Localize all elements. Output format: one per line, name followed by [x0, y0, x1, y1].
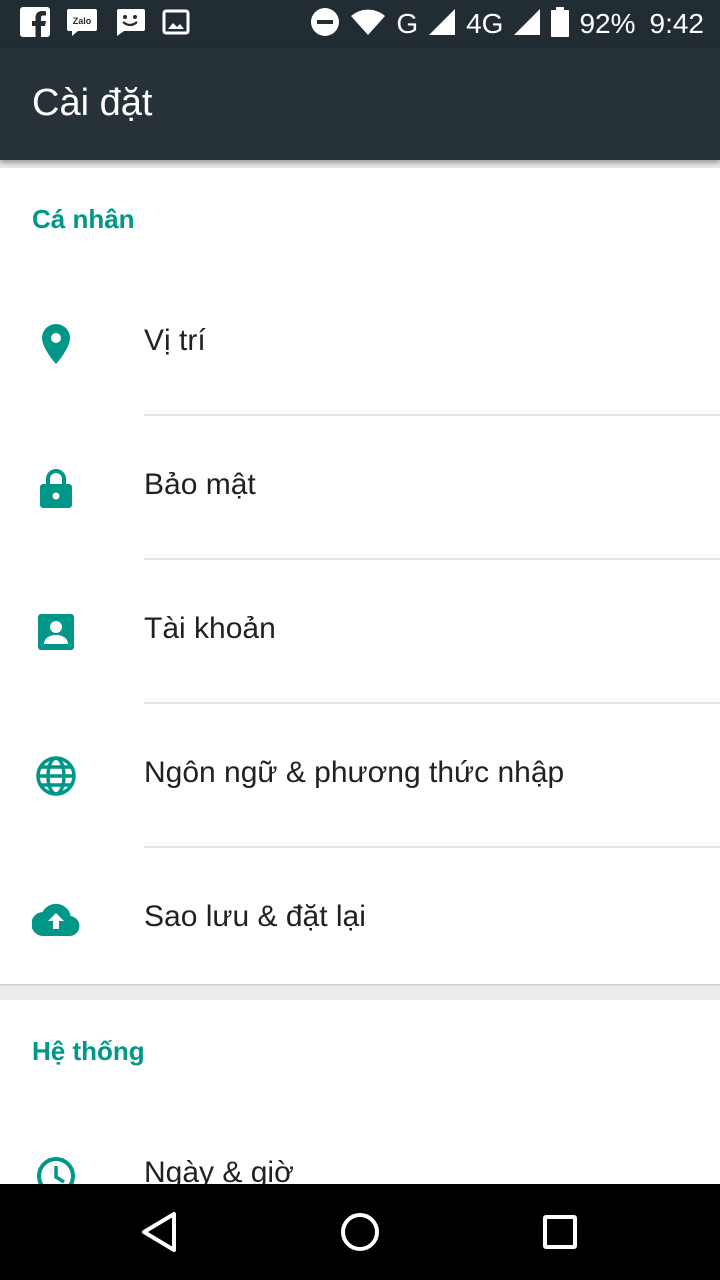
battery-icon: [551, 6, 570, 42]
setting-item-label: Bảo mật: [144, 468, 256, 501]
section-personal: Cá nhân Vị trí Bảo mật Tài khoản Ngôn ng…: [0, 168, 720, 984]
battery-percent: 92%: [579, 8, 636, 39]
facebook-icon: [20, 6, 50, 42]
wifi-icon: [350, 8, 386, 41]
setting-item-language-input[interactable]: Ngôn ngữ & phương thức nhập: [0, 704, 720, 848]
home-icon[interactable]: [336, 1208, 384, 1256]
network-type-g: G: [396, 8, 419, 39]
navigation-bar: [0, 1184, 720, 1280]
notification-icons: Zalo: [20, 6, 206, 42]
setting-item-label: Ngôn ngữ & phương thức nhập: [144, 756, 565, 789]
recents-icon[interactable]: [536, 1208, 584, 1256]
section-header-personal: Cá nhân: [32, 204, 135, 234]
page-title: Cài đặt: [32, 82, 153, 124]
setting-item-backup-reset[interactable]: Sao lưu & đặt lại: [0, 848, 720, 992]
setting-item-label: Sao lưu & đặt lại: [144, 900, 366, 933]
section-header-system: Hệ thống: [32, 1036, 145, 1066]
zalo-icon-text: Zalo: [73, 16, 92, 26]
globe-icon: [32, 752, 80, 800]
messaging-icon: [114, 7, 146, 42]
account-box-icon: [32, 608, 80, 656]
settings-list[interactable]: Cá nhân Vị trí Bảo mật Tài khoản Ngôn ng…: [0, 160, 720, 1184]
network-type-4g: 4G: [466, 8, 504, 39]
signal-icon-2: [513, 8, 541, 41]
clock-icon: [32, 1152, 80, 1184]
cloud-upload-icon: [31, 896, 80, 944]
back-icon[interactable]: [136, 1208, 184, 1256]
setting-item-security[interactable]: Bảo mật: [0, 416, 720, 560]
setting-item-accounts[interactable]: Tài khoản: [0, 560, 720, 704]
status-bar: Zalo G 4G 92% 9:42: [0, 0, 720, 48]
lock-icon: [32, 464, 80, 512]
app-bar: Cài đặt: [0, 48, 720, 160]
clock: 9:42: [649, 8, 705, 39]
setting-item-label: Vị trí: [144, 324, 206, 357]
section-system: Hệ thống Ngày & giờ: [0, 1000, 720, 1184]
setting-item-location[interactable]: Vị trí: [0, 272, 720, 416]
setting-item-date-time[interactable]: Ngày & giờ: [0, 1104, 720, 1184]
signal-icon-1: [428, 8, 456, 41]
setting-item-label: Ngày & giờ: [144, 1156, 294, 1184]
location-pin-icon: [32, 320, 80, 368]
gallery-icon: [162, 8, 190, 41]
setting-item-label: Tài khoản: [144, 612, 276, 645]
zalo-icon: Zalo: [66, 7, 98, 42]
dnd-icon: [310, 7, 340, 42]
system-status-icons: G 4G 92% 9:42: [300, 0, 704, 48]
